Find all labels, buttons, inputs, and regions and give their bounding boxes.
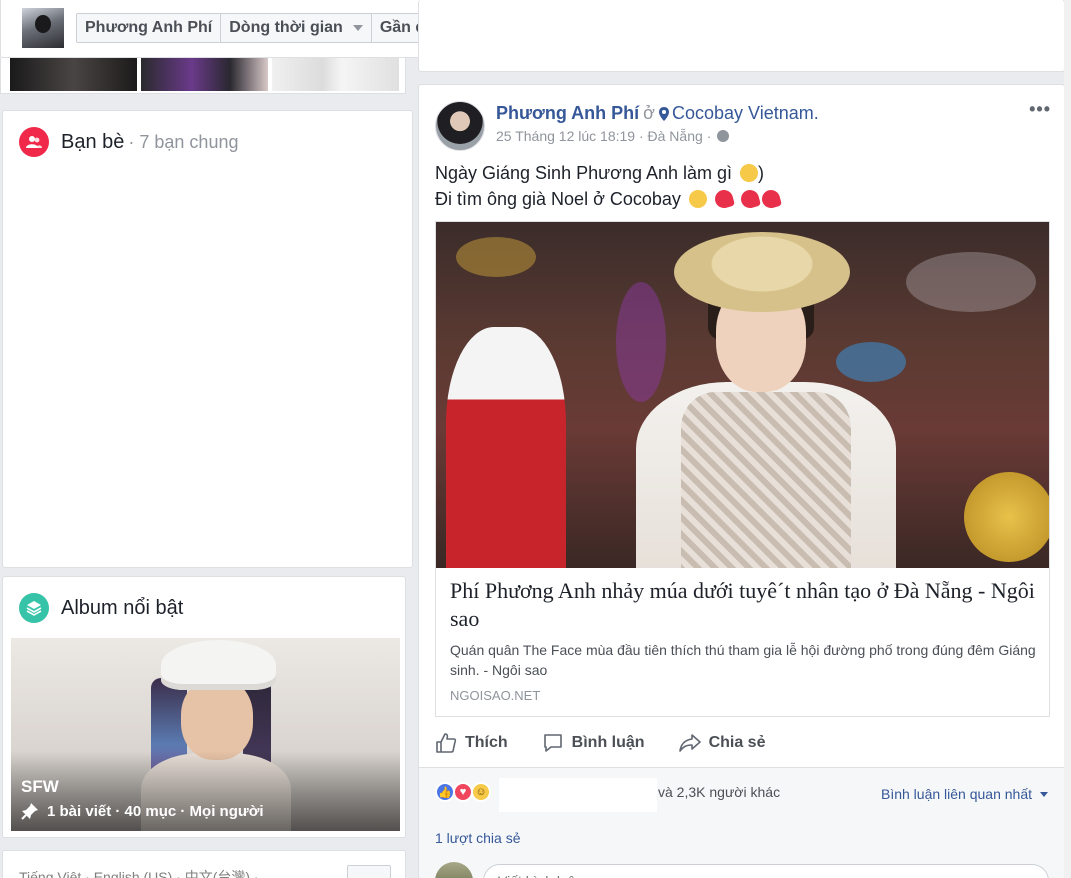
post-location-link[interactable]: Cocobay Vietnam. [672,103,819,124]
featured-album-card: Album nổi bật SFW 1 bài viết · 40 mục · … [2,576,406,838]
post-at-text: ở [643,103,655,123]
reaction-icons[interactable]: 👍 ♥ ☺ [435,782,491,802]
profile-avatar-small[interactable] [22,8,64,48]
post-author-avatar[interactable] [435,101,485,151]
cover-graphic [181,678,253,760]
share-button[interactable]: Chia sẻ [678,732,765,754]
post-author-name[interactable]: Phương Anh Phí [496,103,639,124]
friends-icon [19,127,49,157]
redacted-names [499,778,657,812]
image-graphic [674,232,850,312]
cover-graphic [161,640,276,690]
chevron-down-icon [352,25,363,31]
photo-thumbnail[interactable] [10,58,137,91]
comment-sort-dropdown[interactable]: Bình luận liên quan nhất [881,786,1048,802]
photo-thumbnail[interactable] [272,58,399,91]
image-graphic [456,237,536,277]
chevron-down-icon [1040,791,1048,797]
globe-icon[interactable] [717,130,730,142]
smile-emoji-icon [740,164,759,182]
like-reaction-icon: 👍 [435,782,455,802]
post-line-1: Ngày Giáng Sinh Phương Anh làm gì ) [435,163,765,183]
add-language-button[interactable] [347,865,391,878]
link-preview-image[interactable] [436,222,1049,568]
link-preview[interactable]: Phí Phương Anh nhảy múa dưới tuyê´t nhân… [435,221,1050,717]
location-pin-icon [658,106,669,121]
album-name: SFW [21,777,59,796]
link-domain: NGOISAO.NET [450,688,541,703]
photo-strip [0,58,406,94]
comment-button[interactable]: Bình luận [542,732,645,754]
language-footer: Tiếng Việt · English (US) · 中文(台灣) · [2,850,406,878]
like-button[interactable]: Thích [435,732,508,754]
reaction-count[interactable]: và 2,3K người khác [658,784,780,800]
love-reaction-icon: ♥ [453,782,473,802]
reactions-section: 👍 ♥ ☺ và 2,3K người khác Bình luận liên … [419,767,1064,878]
link-description: Quán quân The Face mùa đầu tiên thích th… [450,642,1036,678]
image-graphic [906,252,1036,312]
friends-title[interactable]: Bạn bè [61,131,124,154]
image-graphic [446,327,566,568]
pin-icon [21,803,38,820]
post-body: Ngày Giáng Sinh Phương Anh làm gì ) Đi t… [435,160,782,212]
dancer-emoji-icon [738,187,761,211]
friends-header: Bạn bè · 7 bạn chung [19,127,238,157]
smile-emoji-icon [688,190,707,208]
current-user-avatar [435,862,473,878]
share-icon [678,734,701,752]
language-links[interactable]: Tiếng Việt · English (US) · 中文(台灣) · [19,867,259,878]
image-graphic [964,472,1049,562]
album-section-title[interactable]: Album nổi bật [61,597,183,620]
album-meta-text: 1 bài viết · 40 mục · Mọi người [47,802,264,820]
layers-icon [19,593,49,623]
post-header: Phương Anh Phí ở Cocobay Vietnam. [496,103,819,124]
comment-input-box[interactable] [483,864,1049,878]
page-scrollbar[interactable] [1064,0,1071,878]
nav-timeline[interactable]: Dòng thời gian [221,14,372,42]
previous-post-card [418,0,1065,72]
link-title[interactable]: Phí Phương Anh nhảy múa dưới tuyê´t nhân… [450,577,1040,633]
timeline-nav: Phương Anh Phí Dòng thời gian Gần đây [76,13,472,43]
post-card: Phương Anh Phí ở Cocobay Vietnam. 25 Thá… [418,84,1065,878]
mutual-friends-count[interactable]: · 7 bạn chung [128,132,238,153]
post-time-text[interactable]: 25 Tháng 12 lúc 18:19 · Đà Nẵng · [496,128,711,144]
image-graphic [681,392,851,568]
post-line-2: Đi tìm ông già Noel ở Cocobay [435,186,782,212]
comment-input[interactable] [484,865,879,878]
post-timestamp: 25 Tháng 12 lúc 18:19 · Đà Nẵng · [496,128,730,144]
image-graphic [616,282,666,402]
photo-thumbnail[interactable] [141,58,268,91]
nav-profile-name[interactable]: Phương Anh Phí [77,14,222,42]
comment-icon [543,734,562,752]
album-cover-photo[interactable]: SFW 1 bài viết · 40 mục · Mọi người [11,638,400,831]
post-actions: Thích Bình luận Chia sẻ [435,725,1050,761]
share-count[interactable]: 1 lượt chia sẻ [435,830,520,846]
dancer-emoji-icon [712,187,735,211]
dancer-emoji-icon [759,187,782,211]
more-options-icon[interactable]: ••• [1029,99,1051,120]
image-graphic [836,342,906,382]
thumbs-up-icon [436,733,457,753]
haha-reaction-icon: ☺ [471,782,491,802]
album-header: Album nổi bật [19,593,183,623]
friends-card: Bạn bè · 7 bạn chung [2,110,413,568]
album-meta: 1 bài viết · 40 mục · Mọi người [21,802,264,820]
